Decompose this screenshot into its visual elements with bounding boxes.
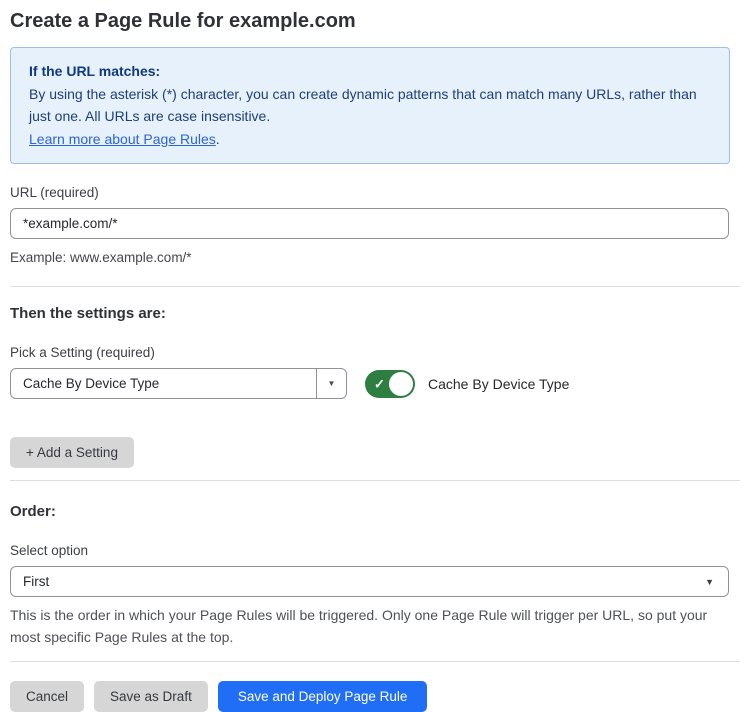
page-rule-form: Create a Page Rule for example.com If th… bbox=[0, 0, 750, 712]
save-and-deploy-button[interactable]: Save and Deploy Page Rule bbox=[218, 681, 428, 712]
cancel-button[interactable]: Cancel bbox=[10, 681, 84, 712]
order-helper-text: This is the order in which your Page Rul… bbox=[10, 604, 730, 648]
order-section-heading: Order: bbox=[10, 503, 740, 520]
info-box-link-line: Learn more about Page Rules. bbox=[29, 128, 711, 151]
info-box-body: By using the asterisk (*) character, you… bbox=[29, 83, 711, 128]
info-box-heading: If the URL matches: bbox=[29, 60, 711, 83]
divider bbox=[10, 661, 740, 662]
divider bbox=[10, 286, 740, 287]
select-option-label: Select option bbox=[10, 543, 740, 558]
order-select[interactable]: First ▼ bbox=[10, 566, 729, 597]
caret-down-icon: ▼ bbox=[705, 577, 714, 587]
page-title: Create a Page Rule for example.com bbox=[10, 9, 740, 34]
caret-down-icon: ▼ bbox=[328, 379, 336, 388]
footer-actions: Cancel Save as Draft Save and Deploy Pag… bbox=[10, 681, 740, 712]
setting-dropdown[interactable]: Cache By Device Type ▼ bbox=[10, 368, 347, 399]
add-setting-button[interactable]: + Add a Setting bbox=[10, 437, 134, 468]
setting-dropdown-value: Cache By Device Type bbox=[11, 376, 316, 391]
link-suffix: . bbox=[216, 131, 220, 147]
url-input[interactable] bbox=[10, 208, 729, 239]
check-icon: ✓ bbox=[374, 377, 385, 390]
settings-section-heading: Then the settings are: bbox=[10, 305, 740, 322]
save-as-draft-button[interactable]: Save as Draft bbox=[94, 681, 208, 712]
toggle-knob bbox=[389, 372, 413, 396]
learn-more-link[interactable]: Learn more about Page Rules bbox=[29, 131, 216, 147]
toggle-label: Cache By Device Type bbox=[428, 376, 569, 392]
pick-setting-label: Pick a Setting (required) bbox=[10, 345, 740, 360]
divider bbox=[10, 480, 740, 481]
url-example-helper: Example: www.example.com/* bbox=[10, 247, 740, 268]
cache-by-device-toggle[interactable]: ✓ bbox=[365, 370, 415, 398]
setting-dropdown-button[interactable]: ▼ bbox=[316, 369, 346, 398]
order-select-value: First bbox=[11, 574, 61, 589]
url-match-info-box: If the URL matches: By using the asteris… bbox=[10, 47, 730, 164]
url-field-label: URL (required) bbox=[10, 185, 740, 200]
setting-row: Cache By Device Type ▼ ✓ Cache By Device… bbox=[10, 368, 740, 399]
